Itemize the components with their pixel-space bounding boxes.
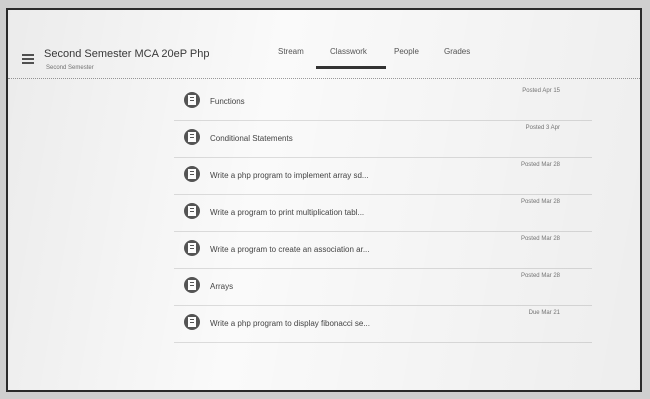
item-title: Functions: [210, 97, 245, 106]
assignment-icon: [184, 166, 200, 182]
hamburger-menu-icon[interactable]: [22, 54, 34, 64]
classroom-header: Second Semester MCA 20eP Php Second Seme…: [8, 10, 640, 79]
tab-classwork[interactable]: Classwork: [330, 47, 367, 56]
item-title: Write a program to create an association…: [210, 245, 370, 254]
list-item[interactable]: Write a program to print multiplication …: [174, 195, 592, 232]
assignment-icon: [184, 314, 200, 330]
item-date: Posted Mar 28: [520, 162, 560, 168]
classwork-list: Functions Posted Apr 15 Conditional Stat…: [174, 84, 592, 343]
assignment-icon: [184, 240, 200, 256]
item-date: Due Mar 21: [528, 310, 560, 316]
assignment-icon: [184, 92, 200, 108]
item-title: Write a php program to implement array s…: [210, 171, 369, 180]
item-title: Arrays: [210, 282, 234, 291]
class-title[interactable]: Second Semester MCA 20eP Php: [44, 48, 210, 60]
assignment-icon: [184, 129, 200, 145]
list-item[interactable]: Functions Posted Apr 15: [174, 84, 592, 121]
list-item[interactable]: Write a php program to display fibonacci…: [174, 306, 592, 343]
assignment-icon: [184, 203, 200, 219]
item-title: Write a php program to display fibonacci…: [210, 319, 370, 328]
list-item[interactable]: Arrays Posted Mar 28: [174, 269, 592, 306]
tab-stream[interactable]: Stream: [278, 47, 304, 56]
item-title: Conditional Statements: [210, 134, 293, 143]
active-tab-indicator: [316, 66, 386, 69]
screen-frame: Second Semester MCA 20eP Php Second Seme…: [6, 8, 642, 392]
item-date: Posted Apr 15: [522, 88, 560, 94]
item-date: Posted 3 Apr: [525, 125, 560, 131]
tab-grades[interactable]: Grades: [444, 47, 470, 56]
item-title: Write a program to print multiplication …: [210, 208, 365, 217]
list-item[interactable]: Write a php program to implement array s…: [174, 158, 592, 195]
list-item[interactable]: Write a program to create an association…: [174, 232, 592, 269]
item-date: Posted Mar 28: [520, 199, 560, 205]
class-subtitle: Second Semester: [46, 65, 94, 71]
item-date: Posted Mar 28: [520, 273, 560, 279]
list-item[interactable]: Conditional Statements Posted 3 Apr: [174, 121, 592, 158]
assignment-icon: [184, 277, 200, 293]
tab-people[interactable]: People: [394, 47, 419, 56]
item-date: Posted Mar 28: [520, 236, 560, 242]
